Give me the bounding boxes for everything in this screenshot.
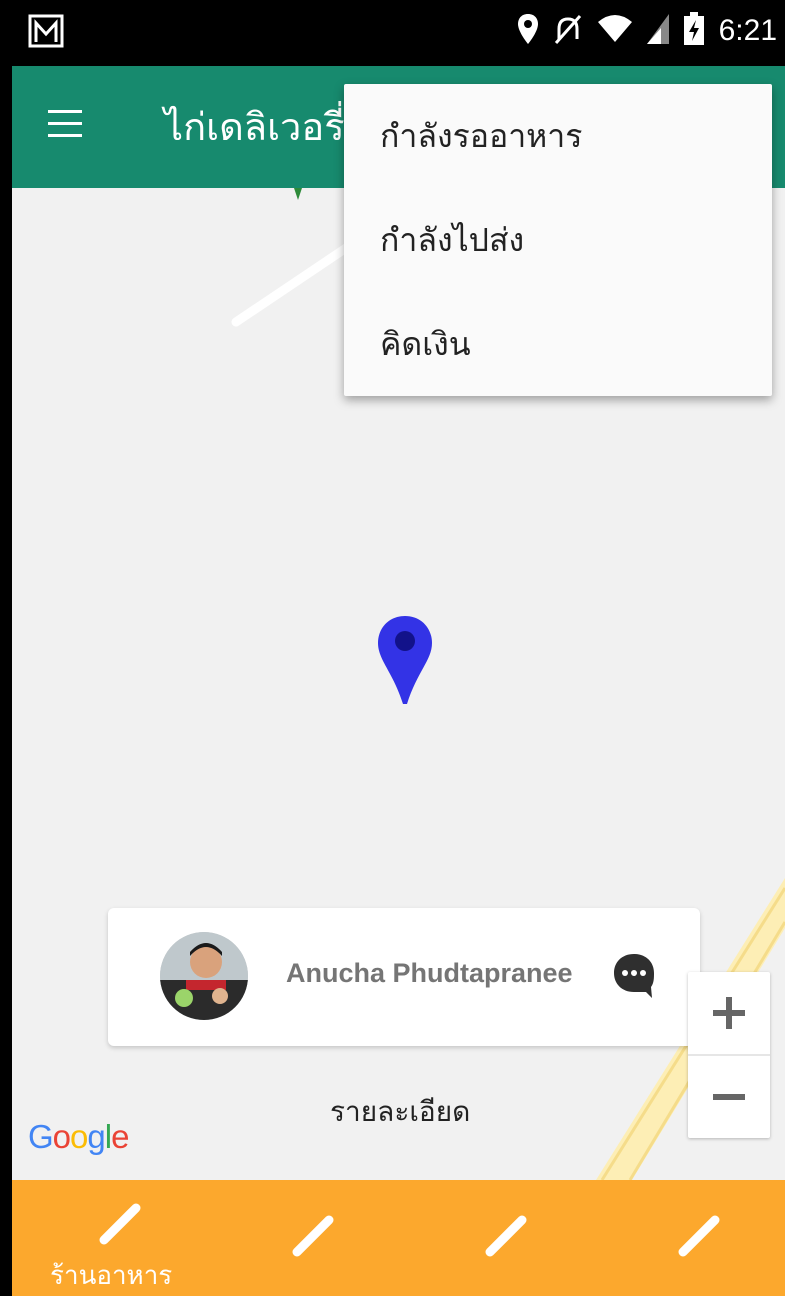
- tab-3[interactable]: [398, 1180, 591, 1296]
- tab-2[interactable]: [205, 1180, 398, 1296]
- gmail-icon: [28, 14, 64, 52]
- menu-icon[interactable]: [48, 110, 88, 146]
- zoom-out-button[interactable]: [688, 1056, 770, 1138]
- chat-bubble-icon[interactable]: [612, 952, 656, 1000]
- map-road: [231, 239, 357, 327]
- wifi-icon: [597, 14, 633, 48]
- google-logo: Google: [28, 1118, 129, 1155]
- location-icon: [517, 13, 539, 49]
- menu-item-delivering[interactable]: กำลังไปส่ง: [344, 188, 772, 292]
- menu-item-waiting-food[interactable]: กำลังรออาหาร: [344, 84, 772, 188]
- status-icons: 6:21: [517, 12, 777, 50]
- details-label[interactable]: รายละเอียด: [330, 1090, 470, 1134]
- driver-name: Anucha Phudtapranee: [286, 958, 573, 988]
- battery-charging-icon: [683, 12, 705, 50]
- status-bar: 6:21: [12, 0, 785, 66]
- tab-4[interactable]: [591, 1180, 784, 1296]
- map-marker-partial: [294, 188, 302, 200]
- app-title: ไก่เดลิเวอรี่: [164, 105, 345, 149]
- overflow-menu: กำลังรออาหาร กำลังไปส่ง คิดเงิน: [344, 84, 772, 396]
- bottom-nav: ร้านอาหาร: [12, 1180, 785, 1296]
- zoom-in-button[interactable]: [688, 972, 770, 1054]
- zoom-controls: [688, 972, 770, 1138]
- menu-item-checkout[interactable]: คิดเงิน: [344, 292, 772, 396]
- status-time: 6:21: [718, 14, 777, 47]
- driver-card[interactable]: Anucha Phudtapranee: [108, 908, 700, 1046]
- tab-label: ร้านอาหาร: [50, 1261, 173, 1291]
- signal-icon: [646, 14, 669, 48]
- tab-restaurant[interactable]: ร้านอาหาร: [12, 1180, 205, 1296]
- app-screen: 6:21 ไก่เดลิเวอรี่ Anucha Phudtapranee ร…: [12, 0, 785, 1296]
- avatar[interactable]: [160, 932, 248, 1020]
- mute-icon: [553, 13, 583, 49]
